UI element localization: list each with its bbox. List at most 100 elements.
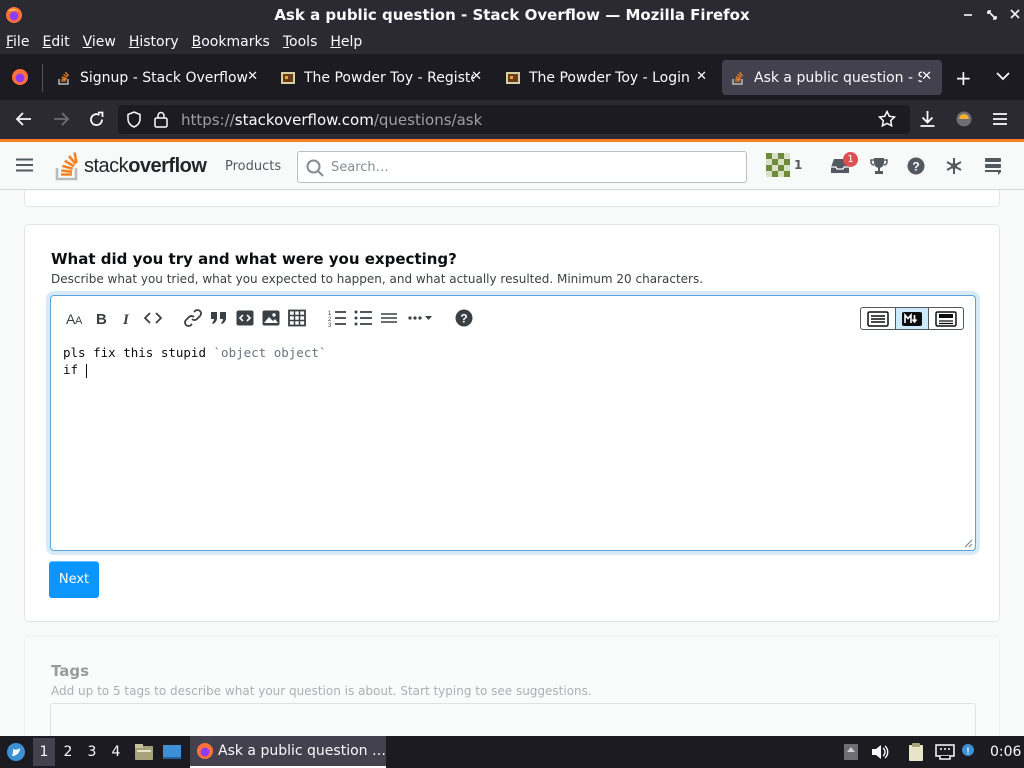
editor-line-1: pls fix this stupid `object object` <box>63 344 326 361</box>
menu-view[interactable]: View <box>83 34 116 50</box>
stackoverflow-logo[interactable]: stack overflow <box>55 149 207 183</box>
help-icon[interactable]: ? <box>907 157 925 175</box>
extension-icon[interactable] <box>955 110 973 128</box>
code-block-icon[interactable] <box>235 308 255 328</box>
close-tab-icon[interactable]: ✕ <box>471 69 482 84</box>
page-content: What did you try and what were you expec… <box>0 190 1024 736</box>
window-titlebar: Ask a public question - Stack Overflow —… <box>0 0 1024 30</box>
bold-icon[interactable]: B <box>91 308 111 328</box>
avatar[interactable] <box>766 153 790 177</box>
workspace-4[interactable]: 4 <box>106 744 126 760</box>
tab-powder-login[interactable]: The Powder Toy - Login ✕ <box>497 60 717 95</box>
svg-text:?: ? <box>460 312 467 326</box>
file-manager-icon[interactable] <box>134 742 154 762</box>
forward-icon[interactable] <box>52 111 70 127</box>
ordered-list-icon[interactable]: 123 <box>327 308 347 328</box>
link-icon[interactable] <box>183 308 203 328</box>
svg-text:?: ? <box>912 160 919 174</box>
horizontal-rule-icon[interactable] <box>379 308 399 328</box>
tags-section: Tags Add up to 5 tags to describe what y… <box>24 636 1000 736</box>
menu-edit[interactable]: Edit <box>42 34 69 50</box>
new-tab-icon[interactable]: + <box>955 66 972 90</box>
svg-text:!: ! <box>967 746 970 756</box>
italic-icon[interactable]: I <box>117 308 137 328</box>
hamburger-menu-icon[interactable] <box>16 158 33 172</box>
back-icon[interactable] <box>15 111 33 127</box>
svg-text:A: A <box>75 315 83 327</box>
window-controls <box>960 7 1020 23</box>
editor-textarea[interactable]: pls fix this stupid `object object` if <box>63 344 326 378</box>
menu-help[interactable]: Help <box>330 34 362 50</box>
try-expect-section: What did you try and what were you expec… <box>24 224 1000 622</box>
app-menu-icon[interactable] <box>992 112 1008 126</box>
menu-history[interactable]: History <box>129 34 179 50</box>
close-tab-icon[interactable]: ✕ <box>696 69 707 84</box>
so-header: stack overflow Products Search… 1 1 ? <box>0 142 1024 190</box>
site-switcher-icon[interactable] <box>984 157 1002 175</box>
close-tab-icon[interactable]: ✕ <box>247 69 258 84</box>
clipboard-icon[interactable] <box>907 742 925 762</box>
markdown-editor[interactable]: AA B I 123 ? pls fix this stupid `object… <box>50 295 976 551</box>
bookmark-star-icon[interactable] <box>878 110 896 128</box>
menu-bookmarks[interactable]: Bookmarks <box>192 34 270 50</box>
blockquote-icon[interactable] <box>209 308 229 328</box>
editor-inline-code: `object object` <box>213 345 327 360</box>
help-icon[interactable]: ? <box>454 308 474 328</box>
update-notifier-icon[interactable] <box>843 743 859 761</box>
tab-label: Signup - Stack Overflow <box>80 69 248 86</box>
window-title: Ask a public question - Stack Overflow —… <box>274 6 750 24</box>
unordered-list-icon[interactable] <box>353 308 373 328</box>
taskbar: 1 2 3 4 Ask a public question … ! 0:06 <box>0 736 1024 768</box>
list-all-tabs-icon[interactable] <box>996 71 1010 81</box>
editor-toolbar: AA B I 123 ? <box>51 296 975 340</box>
start-menu-icon[interactable] <box>6 742 26 762</box>
achievements-icon[interactable] <box>870 157 888 175</box>
reload-icon[interactable] <box>88 111 105 128</box>
firefox-view-icon[interactable] <box>11 68 29 86</box>
notification-icon[interactable]: ! <box>961 743 975 757</box>
editor-line-text: pls fix this stupid <box>63 345 214 360</box>
tab-ask-question[interactable]: Ask a public question - St ✕ <box>722 60 942 95</box>
rich-text-mode-icon[interactable] <box>861 308 895 329</box>
text-cursor <box>85 363 87 378</box>
logo-text-overflow: overflow <box>128 154 207 177</box>
url-bar[interactable]: https://stackoverflow.com/questions/ask <box>118 105 910 134</box>
tags-description: Add up to 5 tags to describe what your q… <box>51 684 592 698</box>
products-link[interactable]: Products <box>213 142 293 190</box>
heading-icon[interactable]: AA <box>65 308 85 328</box>
workspace-3[interactable]: 3 <box>82 744 102 760</box>
taskbar-window-firefox[interactable]: Ask a public question … <box>190 736 386 768</box>
network-icon[interactable] <box>935 744 955 760</box>
lock-icon[interactable] <box>154 111 168 128</box>
image-icon[interactable] <box>261 308 281 328</box>
more-options-icon[interactable] <box>407 308 435 328</box>
markdown-mode-icon[interactable] <box>895 308 929 329</box>
next-button[interactable]: Next <box>49 561 99 598</box>
close-tab-icon[interactable]: ✕ <box>921 69 932 84</box>
volume-icon[interactable] <box>871 744 889 760</box>
workspace-2[interactable]: 2 <box>58 744 78 760</box>
window-controls-icon <box>964 9 1020 20</box>
stackoverflow-logo-icon <box>55 152 78 181</box>
resize-handle-icon[interactable] <box>964 539 973 548</box>
table-icon[interactable] <box>287 308 307 328</box>
desktop-icon[interactable] <box>162 742 182 762</box>
url-prefix: https:// <box>181 110 235 129</box>
search-input[interactable]: Search… <box>297 151 747 183</box>
stackoverflow-icon <box>730 70 746 86</box>
tags-input[interactable] <box>50 703 976 736</box>
tracking-protection-icon[interactable] <box>126 111 142 128</box>
search-icon <box>306 159 324 177</box>
taskbar-window-title: Ask a public question … <box>218 743 386 759</box>
section-title: What did you try and what were you expec… <box>51 250 457 268</box>
code-icon[interactable] <box>143 308 163 328</box>
downloads-icon[interactable] <box>919 110 936 128</box>
url-path: /questions/ask <box>373 110 483 129</box>
menu-file[interactable]: File <box>6 34 29 50</box>
review-queues-icon[interactable] <box>945 157 963 175</box>
preview-mode-icon[interactable] <box>929 308 963 329</box>
workspace-1[interactable]: 1 <box>34 744 54 760</box>
tab-powder-register[interactable]: The Powder Toy - Registe ✕ <box>272 60 492 95</box>
tab-signup[interactable]: Signup - Stack Overflow ✕ <box>48 60 268 95</box>
menu-tools[interactable]: Tools <box>283 34 318 50</box>
